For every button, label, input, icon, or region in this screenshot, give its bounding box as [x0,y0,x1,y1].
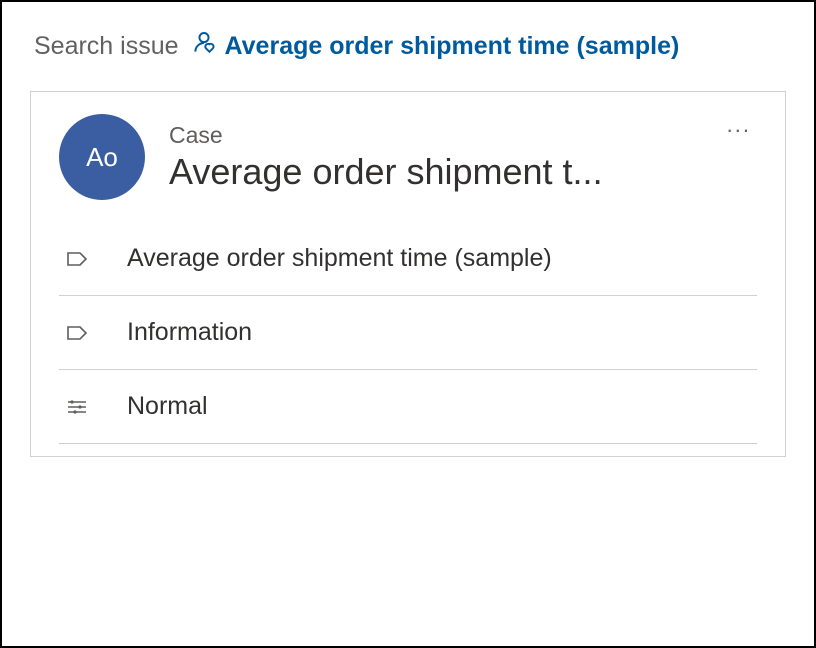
breadcrumb: Search issue Average order shipment time… [30,30,786,63]
field-row-priority[interactable]: Normal [59,370,757,444]
field-value-name: Average order shipment time (sample) [127,244,552,273]
field-value-form: Information [127,318,252,347]
field-value-priority: Normal [127,392,208,421]
breadcrumb-link-text: Average order shipment time (sample) [225,32,680,61]
sliders-icon [63,393,91,421]
case-icon [191,30,217,63]
tag-icon [63,319,91,347]
card-header: Ao Case Average order shipment t... ... [59,114,757,200]
more-button[interactable]: ... [721,108,757,142]
header-text: Case Average order shipment t... [169,122,697,193]
field-row-name[interactable]: Average order shipment time (sample) [59,222,757,296]
record-title: Average order shipment t... [169,151,697,193]
breadcrumb-label: Search issue [34,32,179,61]
avatar: Ao [59,114,145,200]
breadcrumb-link[interactable]: Average order shipment time (sample) [191,30,680,63]
field-row-form[interactable]: Information [59,296,757,370]
case-card: Ao Case Average order shipment t... ... … [30,91,786,457]
tag-icon [63,245,91,273]
record-type-label: Case [169,122,697,149]
avatar-initials: Ao [86,142,118,173]
